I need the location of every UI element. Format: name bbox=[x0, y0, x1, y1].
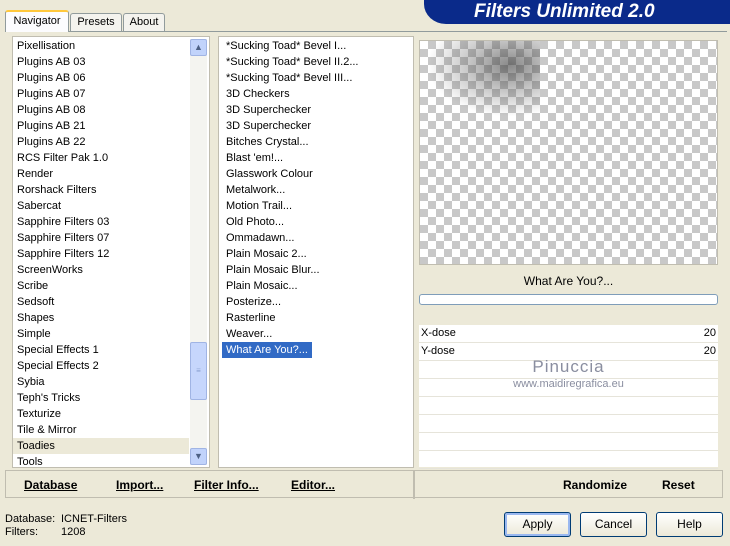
list-item[interactable]: Rasterline bbox=[222, 310, 412, 326]
tab-about[interactable]: About bbox=[123, 13, 165, 32]
param-row-empty bbox=[419, 379, 718, 397]
list-item[interactable]: Sabercat bbox=[13, 198, 189, 214]
list-item[interactable]: Teph's Tricks bbox=[13, 390, 189, 406]
list-item[interactable]: Plugins AB 06 bbox=[13, 70, 189, 86]
randomize-button[interactable]: Randomize bbox=[563, 477, 627, 493]
list-item[interactable]: ScreenWorks bbox=[13, 262, 189, 278]
list-item[interactable]: Special Effects 2 bbox=[13, 358, 189, 374]
list-item[interactable]: Motion Trail... bbox=[222, 198, 412, 214]
param-row-empty bbox=[419, 397, 718, 415]
tab-about-label: About bbox=[129, 16, 159, 28]
list-item[interactable]: Scribe bbox=[13, 278, 189, 294]
param-row-y-dose[interactable]: Y-dose 20 bbox=[419, 343, 718, 361]
preview-canvas bbox=[419, 40, 718, 265]
param-label: Y-dose bbox=[421, 345, 455, 357]
list-item[interactable]: Weaver... bbox=[222, 326, 412, 342]
cancel-button[interactable]: Cancel bbox=[580, 512, 647, 537]
list-item[interactable]: Render bbox=[13, 166, 189, 182]
status-area: Database: ICNET-Filters Filters: 1208 bbox=[5, 513, 127, 539]
param-value: 20 bbox=[703, 327, 716, 339]
param-row-x-dose[interactable]: X-dose 20 bbox=[419, 325, 718, 343]
list-item[interactable]: Blast 'em!... bbox=[222, 150, 412, 166]
tab-presets[interactable]: Presets bbox=[70, 13, 122, 32]
list-item[interactable]: 3D Superchecker bbox=[222, 102, 412, 118]
preview-image bbox=[420, 41, 540, 121]
list-item[interactable]: Special Effects 1 bbox=[13, 342, 189, 358]
list-item[interactable]: Plugins AB 08 bbox=[13, 102, 189, 118]
filter-info-button[interactable]: Filter Info... bbox=[194, 477, 259, 493]
list-item[interactable]: *Sucking Toad* Bevel III... bbox=[222, 70, 412, 86]
progress-bar bbox=[419, 294, 718, 305]
list-item[interactable]: Plugins AB 03 bbox=[13, 54, 189, 70]
current-filter-name: What Are You?... bbox=[523, 274, 614, 288]
filter-list[interactable]: *Sucking Toad* Bevel I... *Sucking Toad* … bbox=[222, 38, 412, 358]
tab-divider bbox=[5, 31, 727, 32]
list-item[interactable]: Sapphire Filters 03 bbox=[13, 214, 189, 230]
param-row-empty bbox=[419, 361, 718, 379]
list-item[interactable]: Glasswork Colour bbox=[222, 166, 412, 182]
list-item[interactable]: Plugins AB 21 bbox=[13, 118, 189, 134]
param-row-empty bbox=[419, 451, 718, 469]
list-item[interactable]: Plain Mosaic 2... bbox=[222, 246, 412, 262]
category-scrollbar[interactable]: ▲ ≡ ▼ bbox=[190, 39, 207, 465]
list-item[interactable]: Posterize... bbox=[222, 294, 412, 310]
tab-navigator-label: Navigator bbox=[13, 15, 61, 27]
list-item[interactable]: What Are You?... bbox=[222, 342, 312, 358]
list-item[interactable]: Plain Mosaic... bbox=[222, 278, 412, 294]
list-item[interactable]: Sedsoft bbox=[13, 294, 189, 310]
list-item[interactable]: 3D Superchecker bbox=[222, 118, 412, 134]
database-value: ICNET-Filters bbox=[61, 513, 127, 525]
list-item[interactable]: Pixellisation bbox=[13, 38, 189, 54]
filters-count-label: Filters: bbox=[5, 526, 38, 538]
list-item[interactable]: Texturize bbox=[13, 406, 189, 422]
filter-list-panel: *Sucking Toad* Bevel I... *Sucking Toad* … bbox=[218, 36, 414, 468]
filters-count-value: 1208 bbox=[61, 526, 86, 538]
tab-presets-label: Presets bbox=[77, 16, 115, 28]
list-item[interactable]: *Sucking Toad* Bevel I... bbox=[222, 38, 412, 54]
list-item[interactable]: Plugins AB 07 bbox=[13, 86, 189, 102]
database-button[interactable]: Database bbox=[24, 477, 77, 493]
param-value: 20 bbox=[703, 345, 716, 357]
category-list[interactable]: Pixellisation Plugins AB 03 Plugins AB 06 P… bbox=[13, 38, 189, 470]
list-item[interactable]: Sapphire Filters 07 bbox=[13, 230, 189, 246]
apply-button[interactable]: Apply bbox=[504, 512, 571, 537]
param-label: X-dose bbox=[421, 327, 456, 339]
list-item[interactable]: Tools bbox=[13, 454, 189, 470]
parameter-panel: X-dose 20 Y-dose 20 bbox=[419, 325, 718, 469]
chevron-down-icon[interactable]: ▼ bbox=[190, 448, 207, 465]
list-item[interactable]: Sybia bbox=[13, 374, 189, 390]
param-row-empty bbox=[419, 415, 718, 433]
category-list-panel: Pixellisation Plugins AB 03 Plugins AB 06 P… bbox=[12, 36, 210, 468]
app-title-banner: Filters Unlimited 2.0 bbox=[424, 0, 730, 24]
app-title: Filters Unlimited 2.0 bbox=[474, 1, 655, 22]
help-button[interactable]: Help bbox=[656, 512, 723, 537]
list-item[interactable]: 3D Checkers bbox=[222, 86, 412, 102]
list-item[interactable]: *Sucking Toad* Bevel II.2... bbox=[222, 54, 412, 70]
list-item[interactable]: Bitches Crystal... bbox=[222, 134, 412, 150]
list-item[interactable]: Tile & Mirror bbox=[13, 422, 189, 438]
database-label: Database: bbox=[5, 513, 56, 525]
toolbar-divider bbox=[413, 471, 415, 499]
editor-button[interactable]: Editor... bbox=[291, 477, 335, 493]
list-item[interactable]: Ommadawn... bbox=[222, 230, 412, 246]
chevron-up-icon[interactable]: ▲ bbox=[190, 39, 207, 56]
list-item[interactable]: Old Photo... bbox=[222, 214, 412, 230]
list-item[interactable]: Plugins AB 22 bbox=[13, 134, 189, 150]
scrollbar-thumb[interactable]: ≡ bbox=[190, 342, 207, 400]
bottom-toolbar: Database Import... Filter Info... Editor… bbox=[5, 470, 723, 499]
param-row-empty bbox=[419, 433, 718, 451]
tab-navigator[interactable]: Navigator bbox=[5, 10, 69, 32]
list-item[interactable]: Sapphire Filters 12 bbox=[13, 246, 189, 262]
list-item[interactable]: RCS Filter Pak 1.0 bbox=[13, 150, 189, 166]
list-item[interactable]: Plain Mosaic Blur... bbox=[222, 262, 412, 278]
reset-button[interactable]: Reset bbox=[662, 477, 695, 493]
list-item[interactable]: Toadies bbox=[13, 438, 189, 454]
list-item[interactable]: Rorshack Filters bbox=[13, 182, 189, 198]
list-item[interactable]: Simple bbox=[13, 326, 189, 342]
list-item[interactable]: Metalwork... bbox=[222, 182, 412, 198]
import-button[interactable]: Import... bbox=[116, 477, 163, 493]
list-item[interactable]: Shapes bbox=[13, 310, 189, 326]
